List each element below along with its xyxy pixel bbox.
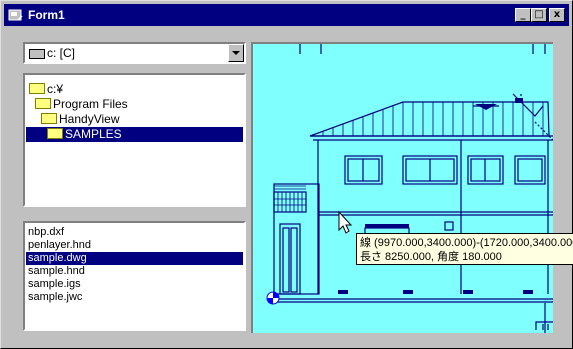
chevron-down-icon[interactable] — [228, 44, 244, 62]
minimize-icon: _ — [520, 9, 526, 20]
directory-list[interactable]: c:¥ Program Files HandyView SAMPLES — [23, 73, 246, 207]
maximize-icon: □ — [534, 9, 544, 20]
file-item[interactable]: nbp.dxf — [26, 226, 243, 239]
close-button[interactable]: x — [549, 8, 565, 22]
house-drawing — [266, 44, 553, 333]
tooltip-line-length: 長さ 8250.000, 角度 180.000 — [360, 251, 502, 263]
open-folder-icon — [35, 98, 51, 109]
drive-combobox[interactable]: c: [C] — [23, 42, 246, 64]
file-item[interactable]: penlayer.hnd — [26, 239, 243, 252]
tooltip-line-coords: 線 (9970.000,3400.000)-(1720.000,3400.000… — [360, 237, 573, 249]
dir-item[interactable]: Program Files — [35, 97, 128, 112]
measurement-tooltip: 線 (9970.000,3400.000)-(1720.000,3400.000… — [356, 233, 573, 265]
file-list[interactable]: nbp.dxf penlayer.hnd sample.dwg sample.h… — [23, 221, 246, 331]
close-icon: x — [553, 9, 561, 20]
maximize-button[interactable]: □ — [531, 8, 547, 22]
drive-value: c: [C] — [47, 46, 76, 60]
open-folder-icon — [41, 113, 57, 124]
file-item[interactable]: sample.jwc — [26, 291, 243, 304]
minimize-button[interactable]: _ — [515, 8, 531, 22]
title-bar[interactable]: Form1 _ □ x — [4, 4, 569, 26]
file-item-selected[interactable]: sample.dwg — [26, 252, 243, 265]
dir-item[interactable]: HandyView — [41, 112, 119, 127]
dir-item-selected[interactable]: SAMPLES — [26, 127, 243, 142]
open-folder-icon — [29, 83, 45, 94]
file-item[interactable]: sample.igs — [26, 278, 243, 291]
app-window: Form1 _ □ x c: [C] c:¥ Program Files Han… — [0, 0, 573, 349]
open-folder-icon — [47, 128, 63, 139]
drawing-canvas[interactable] — [251, 42, 553, 333]
file-item[interactable]: sample.hnd — [26, 265, 243, 278]
drive-icon — [29, 49, 45, 59]
dir-item[interactable]: c:¥ — [29, 82, 63, 97]
app-icon — [8, 9, 23, 21]
window-title: Form1 — [28, 8, 65, 22]
